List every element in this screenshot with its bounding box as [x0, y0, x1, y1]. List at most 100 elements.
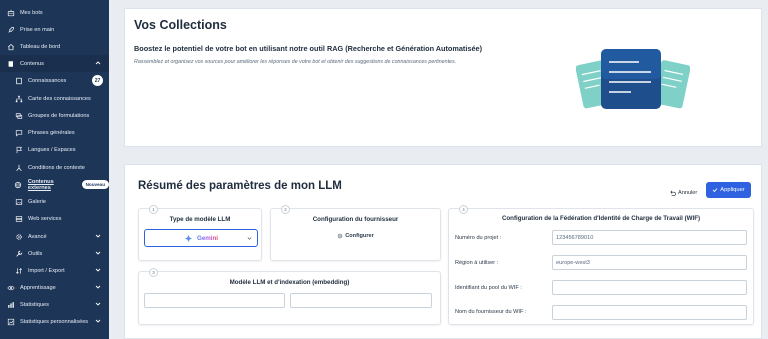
sidebar-item-phrases-generales[interactable]: Phrases générales — [0, 124, 109, 141]
sidebar-item-label: Tableau de bord — [20, 43, 61, 50]
llm-type-select[interactable]: Gemini — [144, 229, 258, 247]
card-title: Configuration de la Fédération d'Identit… — [501, 215, 701, 222]
sidebar-item-label: Avancé — [28, 233, 47, 240]
chart-icon — [6, 300, 15, 309]
wif-pool-id-input[interactable] — [552, 280, 747, 295]
project-number-input[interactable]: 123456789010 — [552, 230, 747, 245]
sidebar-item-label: Connaissances — [28, 77, 67, 84]
sidebar-item-connaissances[interactable]: Connaissances 27 — [0, 72, 109, 89]
wif-provider-name-input[interactable] — [552, 305, 747, 320]
group-icon — [14, 111, 23, 120]
sidebar-item-label: Contenus — [20, 60, 44, 67]
sidebar-item-galerie[interactable]: Galerie — [0, 193, 109, 210]
llm-type-card: 1 Type de modèle LLM Gemini — [138, 205, 262, 261]
chevron-down-icon — [95, 251, 101, 255]
page-title: Vos Collections — [134, 18, 227, 32]
undo-icon — [670, 190, 676, 196]
sidebar-item-avance[interactable]: Avancé — [0, 228, 109, 245]
sidebar-item-web-services[interactable]: Web services — [0, 210, 109, 227]
region-input[interactable]: europe-west3 — [552, 255, 747, 270]
count-badge: 27 — [92, 75, 103, 86]
sidebar-item-contenus[interactable]: Contenus — [0, 55, 109, 72]
configure-button[interactable]: Configurer — [271, 233, 440, 239]
sidebar-item-label: Phrases générales — [28, 129, 75, 136]
sidebar-item-statistiques-personnalisees[interactable]: Statistiques personnalisées — [0, 313, 109, 330]
cancel-button[interactable]: Annuler — [669, 186, 697, 200]
sidebar-item-langues-espaces[interactable]: Langues / Espaces — [0, 141, 109, 158]
sidebar-item-prise-en-main[interactable]: Prise en main — [0, 21, 109, 38]
sidebar-item-label: Mes bots — [20, 9, 43, 16]
sitemap-icon — [14, 94, 23, 103]
step-badge: 1 — [149, 205, 158, 214]
card-title: Modèle LLM et d'indexation (embedding) — [229, 279, 350, 286]
document-icon — [14, 76, 23, 85]
apply-button[interactable]: Appliquer — [706, 182, 751, 198]
book-icon — [6, 59, 15, 68]
step-badge: 3 — [149, 268, 158, 277]
collections-description: Rassemblez et organisez vos sources pour… — [134, 59, 457, 65]
sidebar-item-label: Groupes de formulations — [28, 112, 90, 119]
branch-icon — [14, 163, 23, 172]
wif-pool-id-label: Identifiant du pool du WIF : — [455, 285, 522, 291]
chat-icon — [14, 128, 23, 137]
sidebar-item-outils[interactable]: Outils — [0, 245, 109, 262]
sidebar-item-apprentissage[interactable]: Apprentissage — [0, 279, 109, 296]
sidebar-item-label: Apprentissage — [20, 284, 56, 291]
sidebar-item-statistiques[interactable]: Statistiques — [0, 296, 109, 313]
gear-icon — [14, 232, 23, 241]
embedding-card: 3 Modèle LLM et d'indexation (embedding) — [138, 268, 441, 325]
provider-config-card: 2 Configuration du fournisseur Configure… — [270, 205, 441, 261]
sidebar-item-carte-des-connaissances[interactable]: Carte des connaissances — [0, 90, 109, 107]
region-label: Région à utiliser : — [455, 260, 499, 266]
chevron-up-icon — [95, 61, 101, 65]
sidebar-item-label: Prise en main — [20, 26, 55, 33]
chevron-down-icon — [95, 302, 101, 306]
collections-subtitle: Boostez le potentiel de votre bot en uti… — [134, 44, 482, 53]
home-icon — [6, 42, 15, 51]
sidebar-item-groupes-de-formulations[interactable]: Groupes de formulations — [0, 107, 109, 124]
step-badge: 2 — [281, 205, 290, 214]
sidebar-item-label: Langues / Espaces — [28, 146, 76, 153]
new-badge: Nouveau — [81, 180, 109, 189]
step-badge: 4 — [459, 205, 468, 214]
custom-chart-icon — [6, 317, 15, 326]
sidebar-item-contenus-externes[interactable]: Contenus externes Nouveau — [0, 176, 109, 193]
sidebar-item-label: Outils — [28, 250, 43, 257]
sidebar-item-label: Contenus externes — [27, 178, 54, 191]
card-title: Type de modèle LLM — [169, 216, 231, 223]
llm-settings-panel: Résumé des paramètres de mon LLM Annuler… — [124, 164, 762, 339]
check-icon — [712, 188, 718, 193]
robot-icon — [6, 8, 15, 17]
documents-illustration-icon — [576, 49, 690, 109]
wif-provider-name-label: Nom du fournisseur du WIF : — [455, 309, 527, 315]
sidebar-item-label: Carte des connaissances — [28, 95, 91, 102]
sidebar-item-label: Web services — [28, 215, 62, 222]
sidebar: Mes bots Prise en main Tableau de bord C… — [0, 0, 109, 339]
collections-panel: Vos Collections Boostez le potentiel de … — [124, 8, 762, 147]
sidebar-item-label: Statistiques — [20, 301, 49, 308]
chevron-down-icon — [247, 237, 252, 240]
llm-model-input[interactable] — [144, 293, 285, 308]
sidebar-item-mes-bots[interactable]: Mes bots — [0, 4, 109, 21]
chevron-down-icon — [95, 285, 101, 289]
sidebar-item-label: Import / Export — [28, 267, 65, 274]
configure-label: Configurer — [345, 233, 374, 239]
sidebar-item-conditions-de-contexte[interactable]: Conditions de contexte — [0, 159, 109, 176]
sidebar-item-label: Conditions de contexte — [28, 164, 85, 171]
apply-label: Appliquer — [720, 187, 745, 193]
image-icon — [14, 197, 23, 206]
card-title: Configuration du fournisseur — [312, 216, 399, 223]
wrench-icon — [14, 249, 23, 258]
external-icon — [14, 180, 23, 189]
selected-value: Gemini — [197, 234, 218, 242]
wif-config-card: 4 Configuration de la Fédération d'Ident… — [448, 205, 754, 325]
project-number-label: Numéro du projet : — [455, 235, 502, 241]
gemini-icon — [184, 233, 193, 243]
sidebar-item-label: Statistiques personnalisées — [20, 318, 89, 325]
import-export-icon — [14, 266, 23, 275]
cancel-label: Annuler — [678, 190, 698, 196]
sidebar-item-tableau-de-bord[interactable]: Tableau de bord — [0, 38, 109, 55]
eye-icon — [6, 283, 15, 292]
embedding-model-input[interactable] — [290, 293, 432, 308]
sidebar-item-import-export[interactable]: Import / Export — [0, 262, 109, 279]
